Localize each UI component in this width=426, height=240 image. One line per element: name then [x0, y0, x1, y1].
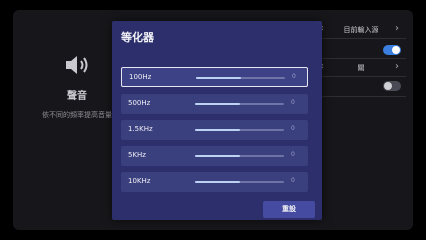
band-value: 0	[291, 125, 295, 132]
divider	[308, 38, 406, 39]
band-slider-fill	[195, 129, 240, 131]
band-slider-fill	[195, 103, 240, 105]
band-label: 1.5KHz	[128, 125, 153, 133]
band-500hz[interactable]: 500Hz 0	[121, 94, 308, 114]
select-value: 關	[357, 64, 365, 72]
sound-section-panel: 聲音 依不同的頻率提高音量	[13, 10, 125, 230]
tv-settings-screen: 聲音 依不同的頻率提高音量 ‹ 目前輸入源 › ‹ 關 › 等化器 100Hz …	[13, 10, 413, 230]
band-1-5khz[interactable]: 1.5KHz 0	[121, 120, 308, 140]
band-label: 10KHz	[128, 177, 151, 185]
toggle-row-1[interactable]	[308, 40, 406, 60]
input-source-row[interactable]: ‹ 目前輸入源 ›	[308, 20, 406, 40]
input-source-value: 目前輸入源	[343, 26, 379, 34]
equalizer-dialog: 等化器 100Hz 0 500Hz 0 1.5KHz 0 5KHz 0 10KH…	[112, 21, 322, 220]
band-slider[interactable]	[195, 155, 284, 157]
dialog-title: 等化器	[121, 31, 154, 44]
band-slider[interactable]	[195, 129, 284, 131]
band-label: 5KHz	[128, 151, 146, 159]
band-value: 0	[291, 151, 295, 158]
band-slider-fill	[195, 155, 240, 157]
band-slider[interactable]	[195, 181, 284, 183]
band-value: 0	[292, 73, 296, 80]
band-slider[interactable]	[195, 103, 284, 105]
band-label: 100Hz	[129, 73, 152, 81]
toggle-switch-off[interactable]	[383, 81, 401, 91]
settings-list: ‹ 目前輸入源 › ‹ 關 ›	[308, 10, 413, 230]
band-slider-fill	[196, 77, 241, 79]
speaker-icon	[66, 56, 88, 74]
band-10khz[interactable]: 10KHz 0	[121, 172, 308, 192]
band-5khz[interactable]: 5KHz 0	[121, 146, 308, 166]
reset-button[interactable]: 重設	[263, 201, 315, 218]
toggle-row-2[interactable]	[308, 76, 406, 96]
band-100hz[interactable]: 100Hz 0	[121, 67, 308, 87]
band-slider-fill	[195, 181, 240, 183]
band-slider[interactable]	[196, 77, 285, 79]
chevron-right-icon[interactable]: ›	[395, 61, 399, 72]
band-value: 0	[291, 99, 295, 106]
toggle-switch-on[interactable]	[383, 45, 401, 55]
select-row-2[interactable]: ‹ 關 ›	[308, 58, 406, 78]
band-label: 500Hz	[128, 99, 151, 107]
band-value: 0	[291, 177, 295, 184]
chevron-right-icon[interactable]: ›	[395, 23, 399, 34]
divider	[308, 96, 406, 97]
